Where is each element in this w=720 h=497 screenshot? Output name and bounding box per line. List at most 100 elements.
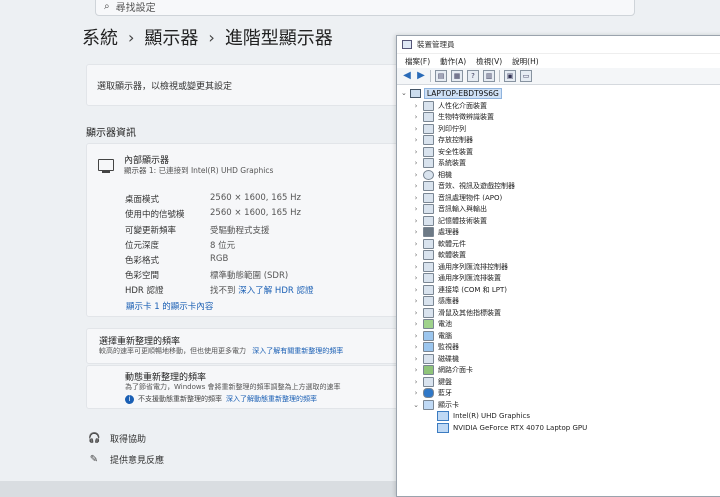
tree-category[interactable]: › 網路介面卡 (413, 365, 473, 376)
chevron-right-icon[interactable]: › (413, 297, 419, 305)
tree-category[interactable]: › 人性化介面裝置 (413, 100, 487, 111)
chevron-right-icon[interactable]: › (413, 332, 419, 340)
chevron-right-icon[interactable]: › (413, 389, 419, 397)
category-label: 系統裝置 (438, 159, 466, 167)
chevron-right-icon[interactable]: › (413, 366, 419, 374)
dynamic-refresh-card: 動態重新整理的頻率 為了節省電力，Windows 會將重新整理的頻率調整為上方選… (86, 365, 418, 409)
tree-category[interactable]: › 列印佇列 (413, 123, 466, 134)
tree-root[interactable]: ⌄ LAPTOP-EBDT9S6G (401, 87, 502, 99)
grid-icon[interactable]: ▥ (483, 70, 495, 82)
chevron-right-icon[interactable]: › (413, 102, 419, 110)
chevron-right-icon[interactable]: › (413, 274, 419, 282)
audio-io-icon (423, 204, 434, 214)
chevron-right-icon[interactable]: › (413, 263, 419, 271)
tree-category[interactable]: › 藍牙 (413, 388, 452, 399)
tree-category-expanded[interactable]: ⌄ 顯示卡 (413, 399, 459, 410)
forward-arrow-icon[interactable]: ▶ (416, 71, 426, 81)
tree-category[interactable]: › 軟體裝置 (413, 250, 466, 261)
tree-category[interactable]: › 生物特徵辨識裝置 (413, 112, 494, 123)
chevron-right-icon[interactable]: › (413, 309, 419, 317)
menu-action[interactable]: 動作(A) (440, 56, 466, 67)
info-label: HDR 認證 (125, 286, 164, 296)
dm-toolbar: ◀ ▶ ▤ ▦ ? ▥ ▣ ▭ (397, 68, 720, 85)
chevron-right-icon[interactable]: › (413, 355, 419, 363)
chevron-right-icon[interactable]: › (413, 182, 419, 190)
search-icon: ⌕ (104, 0, 110, 12)
chevron-right-icon[interactable]: › (413, 136, 419, 144)
menu-file[interactable]: 檔案(F) (405, 56, 430, 67)
hdr-learn-more-link[interactable]: 深入了解 HDR 認證 (238, 286, 313, 296)
search-box[interactable]: ⌕ 尋找設定 (95, 0, 635, 16)
info-value: 2560 × 1600, 165 Hz (210, 193, 301, 203)
chevron-right-icon[interactable]: › (413, 217, 419, 225)
tree-category[interactable]: › 通用序列匯流排控制器 (413, 261, 508, 272)
tree-category[interactable]: › 監視器 (413, 342, 459, 353)
back-arrow-icon[interactable]: ◀ (402, 71, 412, 81)
breadcrumb-display[interactable]: 顯示器 (144, 24, 198, 50)
tree-category[interactable]: › 感應器 (413, 296, 459, 307)
tree-category[interactable]: › 記憶體技術裝置 (413, 215, 487, 226)
keyboard-icon (423, 376, 434, 387)
tree-category[interactable]: › 鍵盤 (413, 376, 452, 387)
chevron-right-icon[interactable]: › (413, 205, 419, 213)
menu-view[interactable]: 檢視(V) (476, 56, 502, 67)
adapter-properties-link[interactable]: 顯示卡 1 的顯示卡內容 (126, 300, 213, 312)
monitor-scan-icon[interactable]: ▭ (520, 70, 532, 82)
help-book-icon[interactable]: ? (467, 70, 479, 82)
chevron-right-icon[interactable]: › (413, 159, 419, 167)
hdr-status: 找不到 (210, 286, 236, 296)
tree-category[interactable]: › 相機 (413, 169, 452, 180)
device-manager-window: 裝置管理員 檔案(F) 動作(A) 檢視(V) 說明(H) ◀ ▶ ▤ ▦ ? … (396, 35, 720, 497)
display-adapter-item[interactable]: Intel(R) UHD Graphics (437, 411, 530, 422)
chevron-right-icon[interactable]: › (413, 228, 419, 236)
select-display-card[interactable]: 選取顯示器，以檢視或變更其設定 (86, 64, 418, 106)
refresh-learn-more-link[interactable]: 深入了解有關重新整理的頻率 (252, 347, 343, 355)
tree-category[interactable]: › 音效、視訊及遊戲控制器 (413, 181, 515, 192)
select-display-label: 選取顯示器，以檢視或變更其設定 (97, 82, 233, 92)
chevron-right-icon[interactable]: › (413, 343, 419, 351)
tree-category[interactable]: › 音訊處理物件 (APO) (413, 192, 502, 203)
tree-category[interactable]: › 處理器 (413, 227, 459, 238)
chevron-right-icon[interactable]: › (413, 320, 419, 328)
display-adapter-item[interactable]: NVIDIA GeForce RTX 4070 Laptop GPU (437, 422, 587, 433)
refresh-rate-card[interactable]: 選擇重新整理的頻率 較高的速率可更順暢地移動，但也使用更多電力 深入了解有關重新… (86, 328, 418, 364)
category-label: 監視器 (438, 343, 459, 351)
toolbar-divider (499, 70, 500, 82)
menu-help[interactable]: 說明(H) (512, 56, 539, 67)
get-help-link[interactable]: 🎧 取得協助 (88, 432, 146, 445)
chevron-down-icon[interactable]: ⌄ (401, 89, 407, 97)
chevron-right-icon[interactable]: › (413, 125, 419, 133)
tree-category[interactable]: › 存放控制器 (413, 135, 473, 146)
tree-category[interactable]: › 安全性裝置 (413, 146, 473, 157)
adapter-label: NVIDIA GeForce RTX 4070 Laptop GPU (453, 423, 588, 432)
tree-category[interactable]: › 電腦 (413, 330, 452, 341)
tree-category[interactable]: › 磁碟機 (413, 353, 459, 364)
chevron-right-icon[interactable]: › (413, 194, 419, 202)
tree-category[interactable]: › 系統裝置 (413, 158, 466, 169)
dynamic-refresh-learn-more-link[interactable]: 深入了解動態重新整理的頻率 (226, 394, 317, 404)
category-label: 電池 (438, 320, 452, 328)
breadcrumb-system[interactable]: 系統 (82, 24, 118, 50)
tree-category[interactable]: › 軟體元件 (413, 238, 466, 249)
chevron-right-icon[interactable]: › (413, 251, 419, 259)
chevron-right-icon[interactable]: › (413, 113, 419, 121)
chevron-right-icon[interactable]: › (413, 240, 419, 248)
tree-category[interactable]: › 音訊輸入與輸出 (413, 204, 487, 215)
tree-category[interactable]: › 通用序列匯流排裝置 (413, 273, 501, 284)
chevron-right-icon[interactable]: › (413, 286, 419, 294)
tree-category[interactable]: › 滑鼠及其他指標裝置 (413, 307, 501, 318)
feedback-link[interactable]: ✎ 提供意見反應 (88, 453, 164, 466)
chevron-right-icon[interactable]: › (413, 171, 419, 179)
tree-category[interactable]: › 連接埠 (COM 和 LPT) (413, 284, 507, 295)
info-label: 位元深度 (125, 241, 160, 251)
chevron-right-icon[interactable]: › (413, 148, 419, 156)
scan-hardware-icon[interactable]: ▣ (504, 70, 516, 82)
tree-category[interactable]: › 電池 (413, 319, 452, 330)
properties-icon[interactable]: ▤ (435, 70, 447, 82)
info-label: 使用中的信號模 (125, 210, 185, 220)
refresh-icon[interactable]: ▦ (451, 70, 463, 82)
chevron-down-icon[interactable]: ⌄ (413, 401, 419, 409)
chevron-right-icon[interactable]: › (413, 378, 419, 386)
category-label: 滑鼠及其他指標裝置 (438, 308, 501, 317)
category-label: 安全性裝置 (438, 147, 473, 156)
